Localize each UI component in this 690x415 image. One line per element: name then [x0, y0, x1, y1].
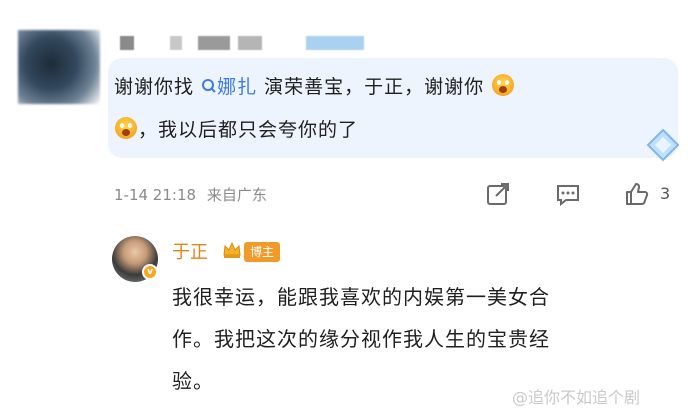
timestamp: 1-14 21:18: [114, 186, 197, 204]
share-icon[interactable]: [484, 180, 512, 208]
v-badge-icon: v: [142, 264, 158, 280]
search-icon: [202, 79, 216, 93]
scream-emoji-icon: [492, 74, 515, 96]
reply-text-line-1: 我很幸运，能跟我喜欢的内娱第一美女合: [172, 285, 550, 309]
comment-text-b: 演荣善宝，于正，谢谢你: [257, 76, 485, 98]
like-icon[interactable]: [622, 180, 650, 208]
blurred-avatar[interactable]: [18, 30, 100, 104]
comment-text-c: ，我以后都只会夸你的了: [138, 119, 359, 141]
comment-line-1: 谢谢你找 娜扎 演荣善宝，于正，谢谢你: [114, 72, 515, 99]
watermark: @追你不如追个剧: [512, 388, 641, 407]
comment-meta: 1-14 21:18 来自广东: [114, 184, 267, 205]
mention-link[interactable]: 娜扎: [201, 76, 257, 98]
comment-icon[interactable]: [554, 180, 582, 208]
reply-author[interactable]: 于正: [172, 238, 208, 264]
crown-icon: [223, 241, 241, 258]
location: 来自广东: [206, 186, 267, 204]
diamond-badge-icon: [646, 128, 680, 162]
author-badge: 博主: [244, 242, 281, 262]
like-count: 3: [660, 184, 671, 203]
comment-line-2: ，我以后都只会夸你的了: [114, 115, 358, 142]
mention-name: 娜扎: [217, 76, 258, 98]
reply-text-line-3: 验。: [172, 369, 214, 393]
scream-emoji-icon: [115, 117, 137, 139]
reply-text-line-2: 作。我把这次的缘分视作我人生的宝贵经: [172, 327, 550, 351]
comment-text-a: 谢谢你找: [114, 76, 195, 98]
